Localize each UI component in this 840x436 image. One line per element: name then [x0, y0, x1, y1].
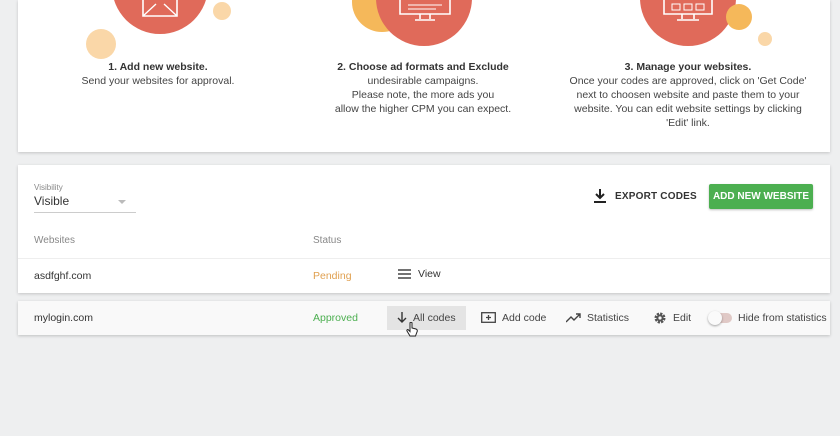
- step3-illustration: [608, 0, 788, 60]
- toggle-knob: [708, 311, 722, 325]
- statistics-button[interactable]: Statistics: [566, 306, 629, 330]
- step-2: 2. Choose ad formats and Exclude undesir…: [323, 60, 523, 116]
- dashboard-icon: [663, 0, 713, 21]
- edit-label: Edit: [673, 312, 692, 324]
- step-1-title: 1. Add new website.: [108, 61, 208, 73]
- visibility-value: Visible: [34, 194, 70, 208]
- step-3-line: 'Edit' link.: [666, 117, 710, 129]
- status-badge: Pending: [313, 270, 352, 282]
- export-codes-label: EXPORT CODES: [615, 190, 697, 202]
- all-codes-button[interactable]: All codes: [387, 306, 466, 330]
- add-code-button[interactable]: Add code: [481, 306, 546, 330]
- add-new-website-button[interactable]: ADD NEW WEBSITE: [709, 184, 813, 209]
- column-header-status: Status: [313, 235, 342, 246]
- step-3-line: website. You can edit website settings b…: [574, 103, 802, 115]
- add-code-label: Add code: [502, 312, 547, 324]
- step-3-line: Once your codes are approved, click on '…: [569, 75, 807, 87]
- all-codes-label: All codes: [413, 312, 456, 324]
- edit-button[interactable]: Edit: [653, 306, 691, 330]
- step-3: 3. Manage your websites. Once your codes…: [563, 60, 813, 130]
- step-2-line: allow the higher CPM you can expect.: [334, 103, 512, 115]
- step-3-line: next to choosen website and paste them t…: [576, 89, 800, 101]
- caret-down-icon: [118, 200, 126, 204]
- header-divider: [18, 258, 830, 259]
- list-icon: [398, 269, 411, 279]
- step-1-line: Send your websites for approval.: [81, 75, 235, 87]
- pointer-cursor: [406, 322, 418, 337]
- column-header-websites: Websites: [34, 235, 75, 246]
- websites-card: Visibility Visible EXPORT CODES ADD NEW …: [18, 165, 830, 293]
- statistics-label: Statistics: [587, 312, 630, 324]
- step-2-line: Please note, the more ads you: [351, 89, 495, 101]
- onboarding-steps-card: 1. Add new website. Send your websites f…: [18, 0, 830, 152]
- envelope-icon: [142, 0, 178, 17]
- visibility-label: Visibility: [34, 183, 63, 192]
- statistics-icon: [566, 313, 581, 323]
- step-2-line: undesirable campaigns.: [367, 75, 479, 87]
- step-3-title: 3. Manage your websites.: [624, 61, 752, 73]
- visibility-select[interactable]: Visible: [34, 194, 136, 213]
- website-name: asdfghf.com: [34, 270, 92, 282]
- hide-from-statistics-label: Hide from statistics: [738, 312, 827, 324]
- export-codes-button[interactable]: EXPORT CODES: [594, 185, 697, 207]
- step-2-title: 2. Choose ad formats and Exclude: [337, 61, 509, 73]
- website-name: mylogin.com: [34, 312, 93, 324]
- table-row: mylogin.com Approved All codes Add code …: [18, 301, 830, 335]
- view-button[interactable]: View: [398, 268, 441, 280]
- step1-illustration: [78, 0, 238, 60]
- gear-icon: [654, 312, 666, 324]
- step2-illustration: [338, 0, 498, 60]
- add-code-icon: [481, 312, 496, 323]
- monitor-icon: [399, 0, 451, 21]
- download-icon: [594, 189, 606, 203]
- view-label: View: [418, 268, 441, 280]
- hide-from-statistics-toggle[interactable]: [708, 311, 732, 325]
- status-badge: Approved: [313, 312, 358, 324]
- step-1: 1. Add new website. Send your websites f…: [58, 60, 258, 88]
